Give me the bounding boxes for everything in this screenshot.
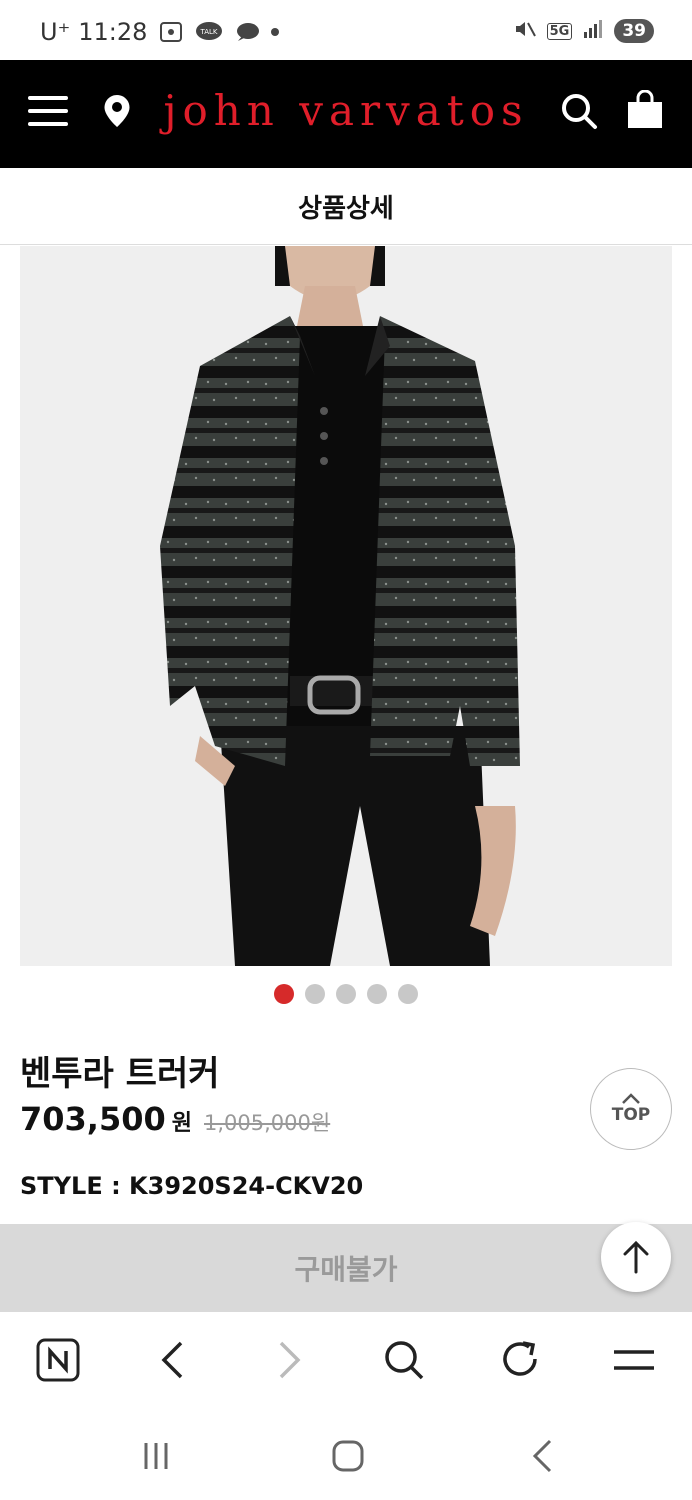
menu-icon[interactable] xyxy=(610,1336,658,1384)
recent-apps-icon[interactable] xyxy=(134,1436,178,1476)
signal-icon xyxy=(582,18,604,44)
search-icon[interactable] xyxy=(560,92,598,134)
back-icon[interactable] xyxy=(520,1436,564,1476)
forward-icon[interactable] xyxy=(266,1336,314,1384)
status-left: U⁺ 11:28 TALK xyxy=(40,18,280,46)
talk-icon: TALK xyxy=(195,20,223,44)
network-label: 5G xyxy=(546,22,573,40)
style-code: STYLE : K3920S24-CKV20 xyxy=(20,1172,364,1200)
page-title: 상품상세 xyxy=(0,168,692,245)
home-icon[interactable] xyxy=(326,1436,370,1476)
product-name: 벤투라 트러커 xyxy=(20,1054,220,1094)
system-navigation-bar xyxy=(0,1408,692,1500)
carousel-dot-3[interactable] xyxy=(336,984,356,1004)
svg-text:TALK: TALK xyxy=(200,28,218,36)
carousel-dot-5[interactable] xyxy=(398,984,418,1004)
naver-home-icon[interactable] xyxy=(34,1336,82,1384)
chat-bubble-icon xyxy=(233,20,261,44)
carrier-label: U⁺ xyxy=(40,18,71,46)
clock: 11:28 xyxy=(78,18,148,46)
brand-header: john varvatos xyxy=(0,60,692,168)
chevron-up-icon xyxy=(622,1093,640,1104)
scroll-to-top-button[interactable] xyxy=(601,1222,671,1292)
currency-label: 원 xyxy=(171,1111,192,1136)
price-block: 703,500 원 1,005,000원 xyxy=(20,1100,330,1138)
carousel-dot-2[interactable] xyxy=(305,984,325,1004)
mute-icon xyxy=(513,18,537,44)
top-button[interactable]: TOP xyxy=(590,1068,672,1150)
carousel-dot-1[interactable] xyxy=(274,984,294,1004)
screenshot-icon xyxy=(157,20,185,44)
product-image[interactable] xyxy=(20,246,672,966)
back-icon[interactable] xyxy=(148,1336,196,1384)
sale-price: 703,500 xyxy=(20,1100,166,1138)
top-button-label: TOP xyxy=(611,1105,651,1125)
carousel-dot-4[interactable] xyxy=(367,984,387,1004)
status-right: 5G 39 xyxy=(513,18,654,44)
status-bar: U⁺ 11:28 TALK 5G 39 xyxy=(0,0,692,60)
reload-icon[interactable] xyxy=(496,1336,544,1384)
original-price: 1,005,000원 xyxy=(204,1111,331,1135)
battery-level: 39 xyxy=(614,19,654,43)
image-carousel-dots xyxy=(0,984,692,1004)
notification-dot xyxy=(271,28,280,36)
browser-toolbar xyxy=(0,1312,692,1408)
shopping-bag-icon[interactable] xyxy=(626,89,664,134)
arrow-up-icon xyxy=(623,1240,649,1274)
search-icon[interactable] xyxy=(380,1336,428,1384)
purchase-unavailable-button[interactable]: 구매불가 xyxy=(0,1224,692,1312)
